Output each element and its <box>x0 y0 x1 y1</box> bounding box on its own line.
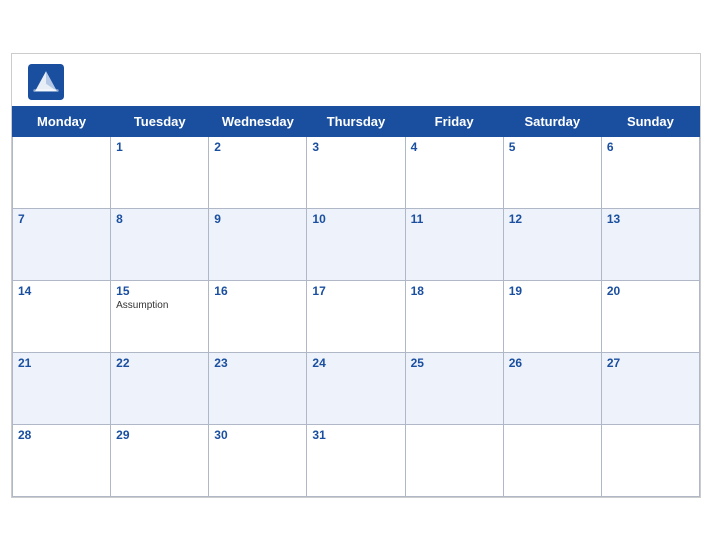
calendar-cell: 30 <box>209 424 307 496</box>
calendar-cell: 15 Assumption <box>111 280 209 352</box>
calendar-cell: 26 <box>503 352 601 424</box>
day-number: 5 <box>509 140 596 154</box>
calendar-cell: 22 <box>111 352 209 424</box>
calendar-cell: 14 <box>13 280 111 352</box>
day-number: 11 <box>411 212 498 226</box>
calendar-cell: 12 <box>503 208 601 280</box>
day-number: 10 <box>312 212 399 226</box>
calendar-cell: 11 <box>405 208 503 280</box>
logo-area <box>28 64 68 100</box>
calendar-cell: 17 <box>307 280 405 352</box>
calendar-cell: 24 <box>307 352 405 424</box>
day-number: 13 <box>607 212 694 226</box>
day-number: 9 <box>214 212 301 226</box>
week-row-4: 21 22 23 24 25 26 27 <box>13 352 700 424</box>
day-number: 8 <box>116 212 203 226</box>
day-number: 19 <box>509 284 596 298</box>
day-number: 26 <box>509 356 596 370</box>
weekday-tuesday: Tuesday <box>111 106 209 136</box>
weekday-thursday: Thursday <box>307 106 405 136</box>
calendar-cell: 18 <box>405 280 503 352</box>
calendar-header <box>12 54 700 106</box>
week-row-1: 123456 <box>13 136 700 208</box>
calendar-cell: 1 <box>111 136 209 208</box>
weekday-wednesday: Wednesday <box>209 106 307 136</box>
calendar-cell <box>405 424 503 496</box>
calendar-cell <box>601 424 699 496</box>
day-number: 1 <box>116 140 203 154</box>
day-number: 6 <box>607 140 694 154</box>
day-number: 17 <box>312 284 399 298</box>
day-number: 15 <box>116 284 203 298</box>
calendar-cell: 10 <box>307 208 405 280</box>
weekday-saturday: Saturday <box>503 106 601 136</box>
holiday-label: Assumption <box>116 300 203 311</box>
day-number: 12 <box>509 212 596 226</box>
calendar-cell: 7 <box>13 208 111 280</box>
day-number: 24 <box>312 356 399 370</box>
day-number: 3 <box>312 140 399 154</box>
day-number: 27 <box>607 356 694 370</box>
day-number: 18 <box>411 284 498 298</box>
week-row-2: 789 10 11 12 13 <box>13 208 700 280</box>
weekday-header-row: MondayTuesdayWednesdayThursdayFridaySatu… <box>13 106 700 136</box>
calendar-container: MondayTuesdayWednesdayThursdayFridaySatu… <box>11 53 701 498</box>
calendar-cell: 27 <box>601 352 699 424</box>
day-number: 29 <box>116 428 203 442</box>
calendar-cell: 21 <box>13 352 111 424</box>
day-number: 20 <box>607 284 694 298</box>
logo-icon <box>28 64 64 100</box>
calendar-cell: 25 <box>405 352 503 424</box>
day-number: 7 <box>18 212 105 226</box>
day-number: 23 <box>214 356 301 370</box>
calendar-cell: 6 <box>601 136 699 208</box>
day-number: 2 <box>214 140 301 154</box>
weekday-sunday: Sunday <box>601 106 699 136</box>
calendar-cell: 16 <box>209 280 307 352</box>
calendar-cell: 29 <box>111 424 209 496</box>
calendar-cell: 9 <box>209 208 307 280</box>
calendar-cell: 3 <box>307 136 405 208</box>
calendar-cell: 2 <box>209 136 307 208</box>
calendar-cell <box>13 136 111 208</box>
calendar-cell: 20 <box>601 280 699 352</box>
calendar-cell: 31 <box>307 424 405 496</box>
weekday-friday: Friday <box>405 106 503 136</box>
weekday-monday: Monday <box>13 106 111 136</box>
calendar-cell: 13 <box>601 208 699 280</box>
day-number: 22 <box>116 356 203 370</box>
calendar-cell <box>503 424 601 496</box>
calendar-cell: 28 <box>13 424 111 496</box>
calendar-grid: MondayTuesdayWednesdayThursdayFridaySatu… <box>12 106 700 497</box>
day-number: 21 <box>18 356 105 370</box>
calendar-cell: 4 <box>405 136 503 208</box>
week-row-5: 28 29 30 31 <box>13 424 700 496</box>
week-row-3: 14 15 Assumption 16 17 18 19 20 <box>13 280 700 352</box>
day-number: 28 <box>18 428 105 442</box>
day-number: 31 <box>312 428 399 442</box>
day-number: 16 <box>214 284 301 298</box>
calendar-cell: 19 <box>503 280 601 352</box>
day-number: 4 <box>411 140 498 154</box>
calendar-cell: 5 <box>503 136 601 208</box>
calendar-cell: 23 <box>209 352 307 424</box>
day-number: 30 <box>214 428 301 442</box>
calendar-cell: 8 <box>111 208 209 280</box>
day-number: 14 <box>18 284 105 298</box>
day-number: 25 <box>411 356 498 370</box>
